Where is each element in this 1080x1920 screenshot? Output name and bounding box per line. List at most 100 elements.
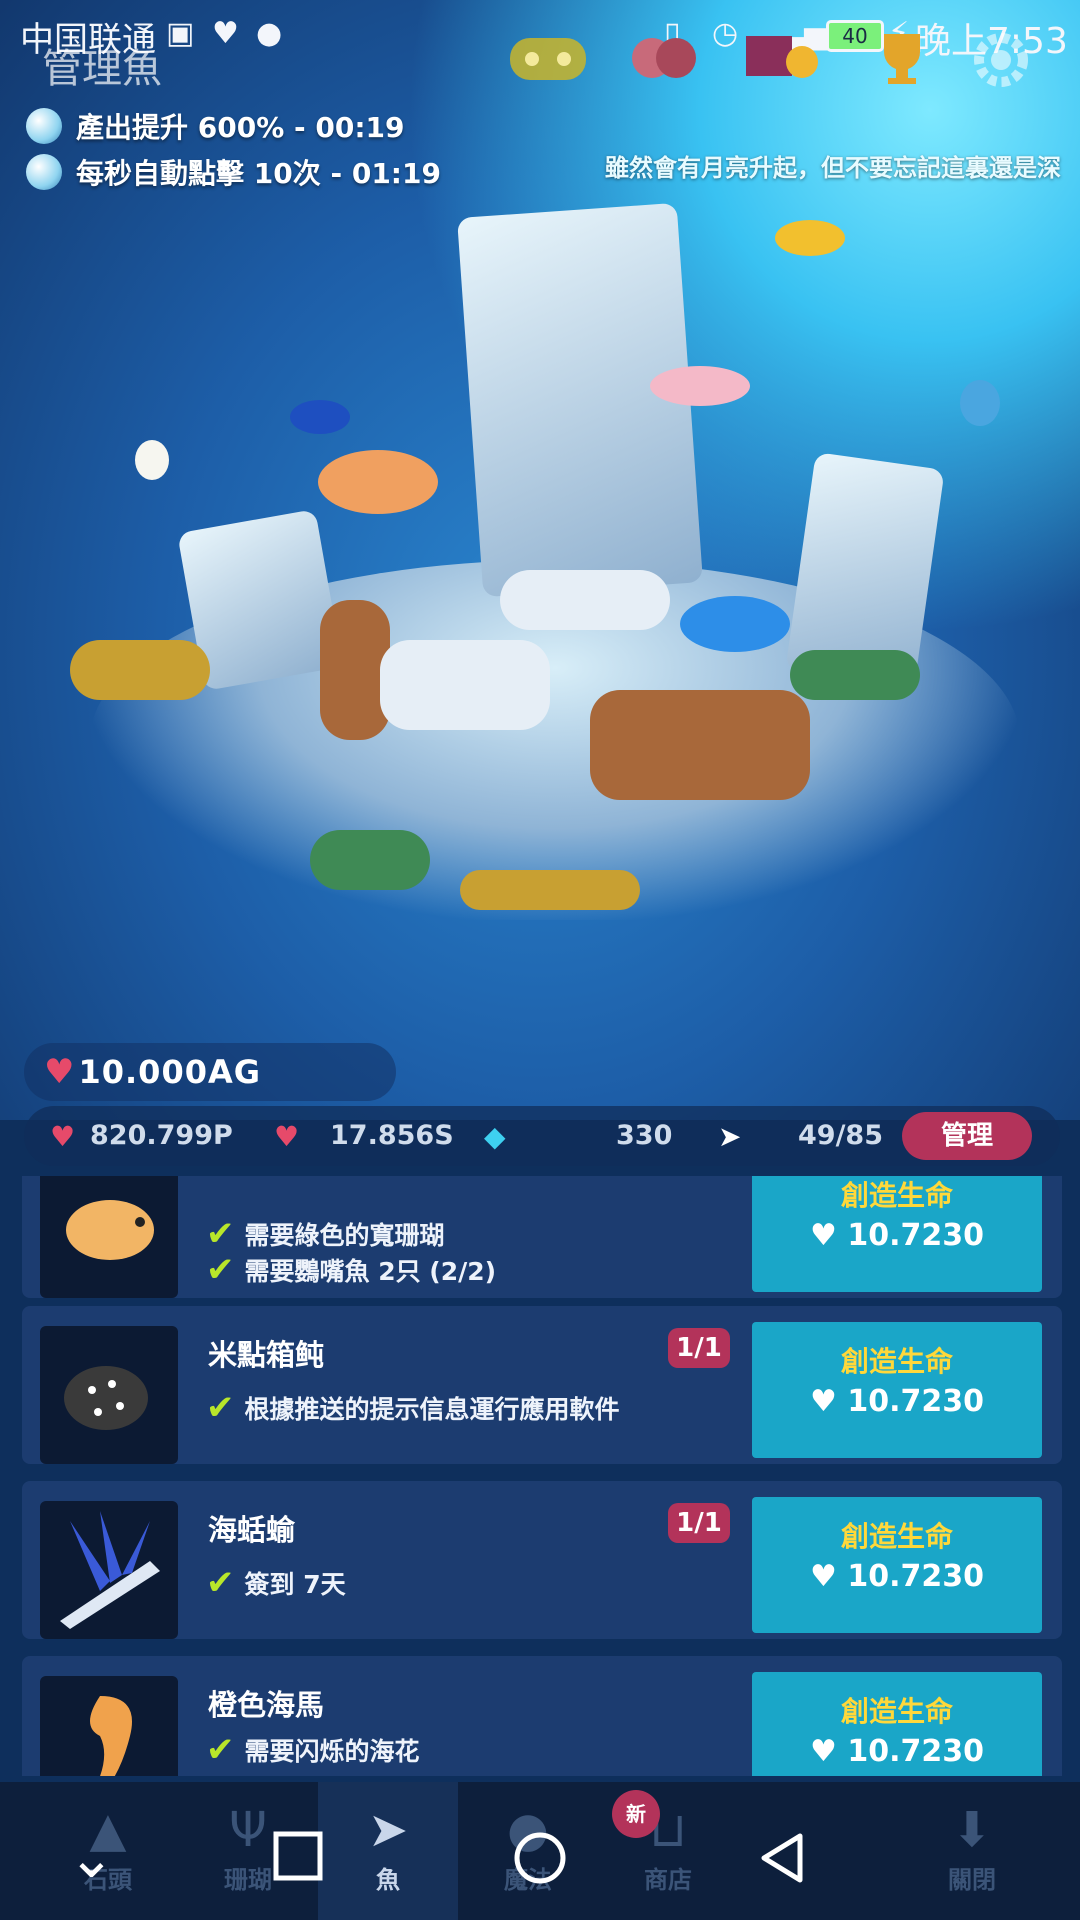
boost-text: 每秒自動點擊 10次 - 01:19	[76, 157, 441, 190]
create-life-label: 創造生命	[840, 1345, 953, 1378]
create-life-cost: ♥ 10.7230	[752, 1734, 1042, 1769]
tab-label: 關閉	[948, 1866, 996, 1894]
check-icon: ✔	[206, 1250, 235, 1290]
fish-blue-tang[interactable]	[290, 400, 350, 434]
coral-orange	[590, 690, 810, 800]
requirement-text: 根據推送的提示信息運行應用軟件	[244, 1395, 620, 1424]
timer-heart-icon: ♥	[274, 1120, 300, 1153]
collapse-icon[interactable]: ⌄	[68, 1826, 115, 1891]
cost-value: 10.7230	[847, 1218, 984, 1253]
list-item: ✔ 需要綠色的寬珊瑚 ✔ 需要鸚嘴魚 2只 (2/2) 創造生命 ♥ 10.7230	[22, 1176, 1062, 1298]
check-icon: ✔	[206, 1388, 235, 1428]
coral-white	[380, 640, 550, 730]
fish-icon: ➤	[367, 1802, 409, 1858]
fish-list[interactable]: ✔ 需要綠色的寬珊瑚 ✔ 需要鸚嘴魚 2只 (2/2) 創造生命 ♥ 10.7230…	[22, 1176, 1062, 1776]
tab-label: 商店	[644, 1866, 692, 1894]
coral-green	[310, 830, 430, 890]
manage-button[interactable]: 管理	[902, 1112, 1032, 1160]
medal-icon[interactable]	[744, 28, 828, 88]
bubble-icon	[26, 154, 62, 190]
fish-orange[interactable]	[318, 450, 438, 514]
hearts-value: 10.000AG	[78, 1053, 261, 1091]
heart-icon: ♥	[810, 1384, 848, 1419]
health-icon: ♥	[212, 16, 239, 51]
new-badge: 新	[612, 1790, 660, 1838]
create-life-cost: ♥ 10.7230	[752, 1384, 1042, 1419]
requirement-text: 簽到 7天	[244, 1570, 346, 1599]
create-life-label: 創造生命	[840, 1520, 953, 1553]
fish-name: 海蛞蝓	[208, 1513, 296, 1547]
fish-name: 橙色海馬	[208, 1688, 325, 1722]
fish-white[interactable]	[135, 440, 169, 480]
spotted-boxfish-thumbnail	[40, 1326, 178, 1464]
create-life-button[interactable]: 創造生命 ♥ 10.7230	[752, 1497, 1042, 1633]
coral-white	[500, 570, 670, 630]
heart-icon: ♥	[810, 1734, 848, 1769]
per-tap-value: 820.799P	[90, 1120, 233, 1151]
requirement-text: 需要闪烁的海花	[244, 1737, 420, 1766]
page-title: 管理魚	[42, 46, 162, 92]
cost-value: 10.7230	[847, 1559, 984, 1594]
requirement: ✔ 根據推送的提示信息運行應用軟件	[206, 1388, 620, 1428]
gems-value: 330	[616, 1120, 673, 1151]
create-life-button[interactable]: 創造生命 ♥ 10.7230	[752, 1322, 1042, 1458]
heart-icon: ♥	[44, 1052, 75, 1092]
settings-gear-icon[interactable]	[966, 28, 1036, 88]
list-item: 米點箱鲀 1/1 ✔ 根據推送的提示信息運行應用軟件 創造生命 ♥ 10.7230	[22, 1306, 1062, 1464]
boost-autoclick: 每秒自動點擊 10次 - 01:19	[26, 148, 441, 196]
per-second-value: 17.856S	[330, 1120, 454, 1151]
trophy-icon[interactable]	[860, 28, 944, 88]
hearts-total: ♥ 10.000AG	[24, 1043, 396, 1101]
tab-close[interactable]: ⬇ 關閉	[902, 1782, 1042, 1920]
create-life-label: 創造生命	[840, 1179, 953, 1212]
requirement: ✔ 簽到 7天	[206, 1563, 346, 1603]
check-icon: ✔	[206, 1214, 235, 1254]
check-icon: ✔	[206, 1563, 235, 1603]
create-life-cost: ♥ 10.7230	[752, 1559, 1042, 1594]
list-item: 橙色海馬 ✔ 需要闪烁的海花 創造生命 ♥ 10.7230	[22, 1656, 1062, 1776]
cost-value: 10.7230	[847, 1384, 984, 1419]
tab-fish[interactable]: ➤ 魚	[318, 1782, 458, 1920]
boost-text: 產出提升 600% - 00:19	[76, 111, 405, 144]
count-badge: 1/1	[668, 1503, 730, 1543]
seahorse-thumbnail	[40, 1676, 178, 1776]
heart-icon: ♥	[810, 1559, 848, 1594]
back-icon[interactable]	[756, 1830, 808, 1900]
recent-apps-icon[interactable]	[272, 1830, 324, 1896]
fish-blue[interactable]	[680, 596, 790, 652]
boxfish-thumbnail	[40, 1176, 178, 1298]
requirement: ✔ 需要綠色的寬珊瑚	[206, 1214, 445, 1254]
requirement: ✔ 需要鸚嘴魚 2只 (2/2)	[206, 1250, 496, 1290]
create-life-label: 創造生命	[840, 1695, 953, 1728]
fish-count-icon: ➤	[718, 1120, 742, 1153]
coral-yellow	[70, 640, 210, 700]
requirement-text: 需要綠色的寬珊瑚	[244, 1221, 445, 1250]
fish-yellow[interactable]	[775, 220, 845, 256]
gem-icon: ◆	[484, 1120, 506, 1153]
coral-green	[790, 650, 920, 700]
message-ticker: 雖然會有月亮升起，但不要忘記這裏還是深	[605, 154, 1061, 182]
check-icon: ✔	[206, 1730, 235, 1770]
fish-count-value: 49/85	[798, 1120, 884, 1151]
fish-name: 米點箱鲀	[208, 1338, 325, 1372]
sea-slug-thumbnail	[40, 1501, 178, 1639]
gamepad-icon[interactable]	[506, 28, 590, 88]
home-icon[interactable]	[512, 1830, 568, 1900]
bubble-icon	[26, 108, 62, 144]
list-item: 海蛞蝓 1/1 ✔ 簽到 7天 創造生命 ♥ 10.7230	[22, 1481, 1062, 1639]
fish-pink[interactable]	[650, 366, 750, 406]
tab-label: 魚	[376, 1866, 400, 1894]
boost-production: 產出提升 600% - 00:19	[26, 102, 405, 150]
create-life-button[interactable]: 創造生命 ♥ 10.7230	[752, 1176, 1042, 1292]
alarm-icon: ◷	[712, 16, 739, 51]
briefcase-icon: ▣	[166, 16, 195, 51]
create-life-button[interactable]: 創造生命 ♥ 10.7230	[752, 1672, 1042, 1776]
count-badge: 1/1	[668, 1328, 730, 1368]
create-life-cost: ♥ 10.7230	[752, 1218, 1042, 1253]
heart-icon: ♥	[810, 1218, 848, 1253]
friends-icon[interactable]	[622, 28, 706, 88]
requirement-text: 需要鸚嘴魚 2只 (2/2)	[244, 1257, 497, 1286]
coral-yellow	[460, 870, 640, 910]
fish-striped[interactable]	[960, 380, 1000, 426]
tap-heart-icon: ♥	[50, 1120, 76, 1153]
